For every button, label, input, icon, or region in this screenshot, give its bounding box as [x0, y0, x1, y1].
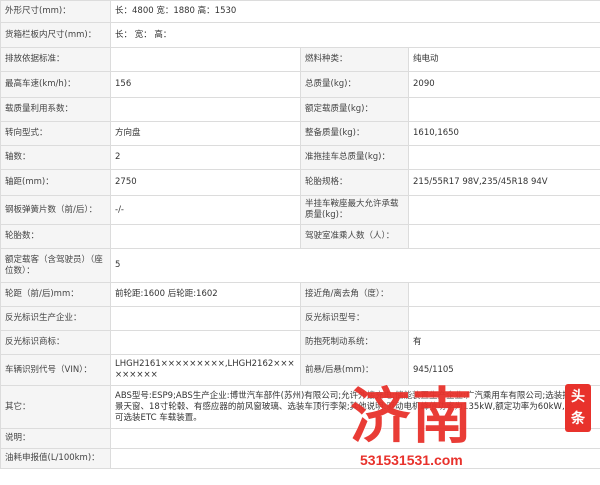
spec-label: 半挂车鞍座最大允许承载质量(kg)： [300, 195, 409, 225]
spec-value [110, 224, 301, 249]
table-row: 车辆识别代号（VIN）： LHGH2161×××××××××,LHGH2162×… [0, 354, 600, 386]
spec-value: 方向盘 [110, 121, 301, 146]
spec-value: 2750 [110, 169, 301, 196]
spec-label: 轴数： [0, 145, 111, 170]
spec-label: 燃料种类： [300, 47, 409, 72]
table-row: 排放依据标准： 燃料种类： 纯电动 [0, 47, 600, 72]
spec-value [408, 306, 600, 331]
spec-label: 外形尺寸(mm)： [0, 0, 111, 23]
spec-label: 反光标识商标： [0, 330, 111, 355]
spec-value [408, 224, 600, 249]
table-row: 轴数： 2 准拖挂车总质量(kg)： [0, 145, 600, 170]
spec-value [408, 145, 600, 170]
spec-label: 反光标识生产企业： [0, 306, 111, 331]
table-row: 轮胎数： 驾驶室准乘人数（人）： [0, 224, 600, 249]
spec-label: 轮胎数： [0, 224, 111, 249]
spec-value: -/- [110, 195, 301, 225]
spec-value [110, 306, 301, 331]
spec-label: 钢板弹簧片数（前/后）： [0, 195, 111, 225]
spec-value [408, 195, 600, 225]
spec-value [110, 330, 301, 355]
spec-value: 长： 宽： 高： [110, 22, 600, 48]
table-row: 额定载客（含驾驶员）（座位数）： 5 [0, 248, 600, 283]
spec-value: 2 [110, 145, 301, 170]
spec-label: 载质量利用系数： [0, 97, 111, 122]
spec-label: 接近角/离去角（度）： [300, 282, 409, 307]
spec-label: 整备质量(kg)： [300, 121, 409, 146]
spec-label: 最高车速(km/h)： [0, 71, 111, 98]
spec-value: 纯电动 [408, 47, 600, 72]
spec-value: 长：4800 宽：1880 高：1530 [110, 0, 600, 23]
table-row: 载质量利用系数： 额定载质量(kg)： [0, 97, 600, 122]
vehicle-spec-table: 外形尺寸(mm)： 长：4800 宽：1880 高：1530 货箱栏板内尺寸(m… [0, 0, 600, 469]
table-row: 钢板弹簧片数（前/后）： -/- 半挂车鞍座最大允许承载质量(kg)： [0, 195, 600, 225]
spec-value: 1610,1650 [408, 121, 600, 146]
table-row: 反光标识商标： 防抱死制动系统： 有 [0, 330, 600, 355]
table-row: 说明： [0, 428, 600, 449]
spec-value [110, 448, 600, 469]
table-row: 外形尺寸(mm)： 长：4800 宽：1880 高：1530 [0, 0, 600, 23]
spec-value: 有 [408, 330, 600, 355]
spec-label: 防抱死制动系统： [300, 330, 409, 355]
table-row: 轮距（前/后)mm： 前轮距:1600 后轮距:1602 接近角/离去角（度）： [0, 282, 600, 307]
spec-label: 轮胎规格： [300, 169, 409, 196]
table-row: 其它： ABS型号:ESP9;ABS生产企业:博世汽车部件(苏州)有限公司;允许… [0, 385, 600, 429]
table-row: 转向型式： 方向盘 整备质量(kg)： 1610,1650 [0, 121, 600, 146]
spec-label: 其它： [0, 385, 111, 429]
spec-label: 额定载质量(kg)： [300, 97, 409, 122]
table-row: 反光标识生产企业： 反光标识型号： [0, 306, 600, 331]
spec-value [408, 97, 600, 122]
spec-label: 油耗申报值(L/100km)： [0, 448, 111, 469]
spec-value [110, 428, 600, 449]
spec-label: 轮距（前/后)mm： [0, 282, 111, 307]
spec-value: ABS型号:ESP9;ABS生产企业:博世汽车部件(苏州)有限公司;允许外接充电… [110, 385, 600, 429]
spec-label: 驾驶室准乘人数（人）： [300, 224, 409, 249]
spec-value: LHGH2161×××××××××,LHGH2162××××××××× [110, 354, 301, 386]
spec-label: 反光标识型号： [300, 306, 409, 331]
spec-value [110, 97, 301, 122]
spec-label: 总质量(kg)： [300, 71, 409, 98]
spec-label: 排放依据标准： [0, 47, 111, 72]
spec-value: 2090 [408, 71, 600, 98]
spec-value [408, 282, 600, 307]
spec-label: 车辆识别代号（VIN）： [0, 354, 111, 386]
spec-label: 说明： [0, 428, 111, 449]
spec-label: 货箱栏板内尺寸(mm)： [0, 22, 111, 48]
spec-value [110, 47, 301, 72]
spec-value: 5 [110, 248, 600, 283]
table-row: 货箱栏板内尺寸(mm)： 长： 宽： 高： [0, 22, 600, 48]
table-row: 轴距(mm)： 2750 轮胎规格： 215/55R17 98V,235/45R… [0, 169, 600, 196]
table-row: 最高车速(km/h)： 156 总质量(kg)： 2090 [0, 71, 600, 98]
spec-label: 额定载客（含驾驶员）（座位数）： [0, 248, 111, 283]
spec-value: 前轮距:1600 后轮距:1602 [110, 282, 301, 307]
spec-label: 转向型式： [0, 121, 111, 146]
spec-label: 准拖挂车总质量(kg)： [300, 145, 409, 170]
spec-value: 945/1105 [408, 354, 600, 386]
table-row: 油耗申报值(L/100km)： [0, 448, 600, 469]
spec-value: 215/55R17 98V,235/45R18 94V [408, 169, 600, 196]
spec-value: 156 [110, 71, 301, 98]
spec-label: 轴距(mm)： [0, 169, 111, 196]
spec-label: 前悬/后悬(mm)： [300, 354, 409, 386]
